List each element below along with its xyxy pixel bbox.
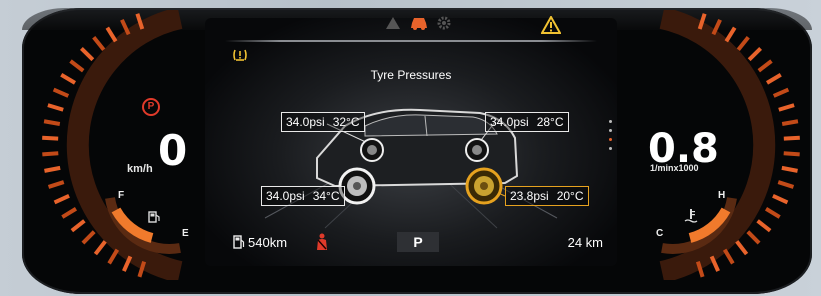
gauge-tick bbox=[42, 135, 59, 141]
gauge-tick bbox=[747, 47, 762, 62]
tyre-front-left-pressure: 34.0psi bbox=[286, 115, 325, 129]
tyre-front-left-readout: 34.0psi 32°C bbox=[281, 112, 365, 132]
gauge-tick bbox=[772, 87, 790, 98]
fuel-range-icon bbox=[233, 235, 245, 249]
vehicle-illustration bbox=[264, 108, 558, 229]
rpm-unit: 1/minx1000 bbox=[650, 163, 699, 173]
speedometer-arc bbox=[42, 10, 183, 280]
wheel-rear-right-alert bbox=[465, 167, 503, 205]
gauge-tick bbox=[60, 73, 77, 85]
page-title: Tyre Pressures bbox=[370, 68, 452, 82]
tyre-rear-left-pressure: 34.0psi bbox=[266, 189, 305, 203]
warning-triangle-icon[interactable] bbox=[385, 16, 401, 30]
gauge-tick bbox=[43, 119, 61, 126]
gear-indicator: P bbox=[397, 232, 439, 252]
car-icon[interactable] bbox=[409, 16, 429, 30]
gauge-tick bbox=[44, 165, 61, 173]
gauge-tick bbox=[765, 73, 782, 85]
gauge-tick bbox=[764, 207, 781, 219]
tyre-front-left-temp: 32°C bbox=[332, 115, 360, 129]
tyre-rear-right-pressure: 23.8psi bbox=[510, 189, 549, 203]
page-indicator[interactable] bbox=[608, 120, 614, 160]
tyre-front-right-pressure: 34.0psi bbox=[490, 115, 529, 129]
speed-unit: km/h bbox=[127, 163, 153, 175]
gauge-tick bbox=[61, 207, 78, 219]
gauge-tick bbox=[42, 151, 59, 157]
speedometer: P 0 km/h F E bbox=[30, 10, 230, 280]
master-warning-icon bbox=[541, 16, 561, 34]
gauge-tick bbox=[772, 193, 789, 205]
gauge-tick bbox=[757, 59, 773, 73]
gauge-tick bbox=[735, 240, 749, 256]
gauge-tick bbox=[47, 103, 64, 112]
trip-distance: 24 km bbox=[567, 235, 603, 250]
instrument-cluster-photo: P 0 km/h F E 0.8 1/minx1000 H C Tyre Pre… bbox=[0, 0, 821, 296]
tyre-front-right-readout: 34.0psi 28°C bbox=[485, 112, 569, 132]
top-status-bar bbox=[205, 14, 617, 42]
gauge-tick bbox=[736, 36, 750, 52]
tyre-rear-left-readout: 34.0psi 34°C bbox=[261, 186, 345, 206]
bottom-status-bar: 540km P 24 km bbox=[215, 232, 607, 256]
gauge-tick bbox=[756, 219, 772, 233]
gauge-tick bbox=[52, 87, 70, 98]
gauge-tick bbox=[777, 180, 795, 189]
gauge-tick bbox=[781, 119, 799, 126]
fuel-full-label: F bbox=[118, 190, 125, 201]
wheel-front-left bbox=[360, 138, 384, 162]
gauge-tick bbox=[783, 135, 800, 141]
fuel-pump-icon bbox=[148, 211, 160, 223]
gauge-tick bbox=[80, 47, 95, 62]
wheel-rear-left bbox=[338, 167, 376, 205]
gauge-tick bbox=[746, 230, 761, 245]
gear-settings-icon[interactable] bbox=[437, 16, 451, 30]
tpms-icon bbox=[233, 49, 247, 61]
gauge-tick bbox=[47, 180, 65, 189]
speed-value: 0 bbox=[158, 126, 189, 175]
tachometer: 0.8 1/minx1000 H C bbox=[612, 10, 812, 280]
temp-cold-label: C bbox=[656, 228, 664, 239]
gauge-tick bbox=[783, 151, 800, 157]
tyre-front-right-temp: 28°C bbox=[536, 115, 564, 129]
gauge-tick bbox=[105, 26, 118, 43]
gauge-tick bbox=[81, 230, 96, 245]
range-value: 540km bbox=[248, 235, 288, 250]
parking-brake-icon: P bbox=[142, 98, 160, 116]
wheel-front-right bbox=[465, 138, 489, 162]
fuel-empty-label: E bbox=[182, 228, 189, 239]
gauge-tick bbox=[92, 36, 106, 52]
gauge-tick bbox=[781, 165, 798, 173]
gauge-tick bbox=[70, 219, 86, 233]
center-display: Tyre Pressures 34.0psi 32°C 34.0psi 28°C 3… bbox=[205, 18, 617, 266]
gauge-tick bbox=[107, 248, 120, 265]
gauge-tick bbox=[724, 26, 737, 43]
gauge-tick bbox=[778, 103, 795, 112]
tyre-rear-right-temp: 20°C bbox=[556, 189, 584, 203]
gauge-tick bbox=[93, 240, 107, 256]
seatbelt-warning-icon bbox=[317, 233, 327, 250]
tyre-rear-right-readout: 23.8psi 20°C bbox=[505, 186, 589, 206]
gauge-tick bbox=[722, 248, 735, 265]
tyre-rear-left-temp: 34°C bbox=[312, 189, 340, 203]
gauge-tick bbox=[53, 193, 70, 205]
coolant-temperature-icon bbox=[684, 209, 698, 223]
temp-hot-label: H bbox=[718, 190, 726, 201]
gauge-tick bbox=[69, 59, 85, 73]
